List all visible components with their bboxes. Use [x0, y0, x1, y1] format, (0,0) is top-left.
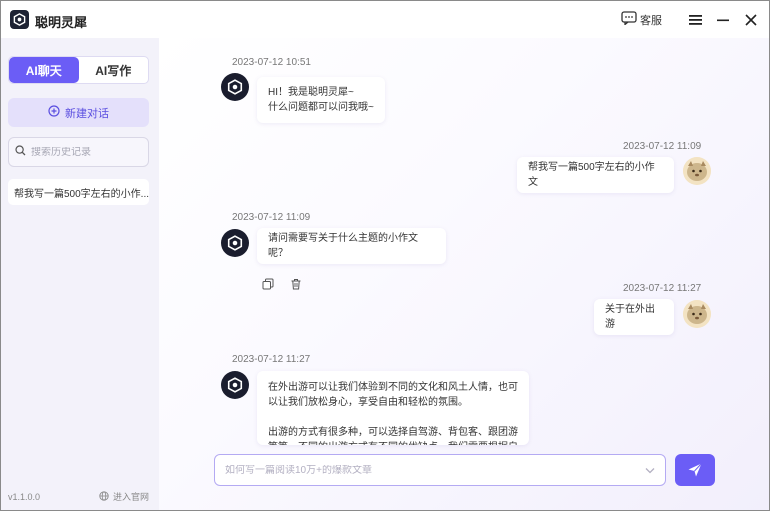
bot-message-bubble: 在外出游可以让我们体验到不同的文化和风土人情，也可以让我们放松身心，享受自由和轻… — [257, 371, 529, 445]
customer-service-label: 客服 — [640, 14, 662, 27]
history-search[interactable] — [8, 137, 149, 167]
app-title: 聪明灵犀 — [35, 15, 88, 30]
message-text: 什么问题都可以问我哦~ — [268, 102, 374, 113]
mode-tabs: AI聊天 AI写作 — [8, 56, 149, 84]
user-avatar — [683, 300, 711, 328]
bot-message-bubble: 请问需要写关于什么主题的小作文呢？ — [257, 228, 446, 264]
user-message-bubble: 帮我写一篇500字左右的小作文 — [517, 157, 674, 193]
bot-avatar — [221, 73, 249, 101]
customer-service-button[interactable]: 客服 — [621, 11, 662, 28]
message-timestamp: 2023-07-12 11:27 — [232, 354, 311, 365]
app-logo-icon — [10, 10, 29, 29]
message-actions — [261, 277, 303, 291]
user-avatar — [683, 157, 711, 185]
message-text: HI！我是聪明灵犀~ — [268, 87, 354, 98]
bot-logo-icon — [227, 235, 243, 251]
minimize-icon — [717, 19, 729, 21]
user-message-bubble: 关于在外出游 — [594, 299, 674, 335]
search-icon — [15, 145, 26, 159]
message-paragraph: 出游的方式有很多种，可以选择自驾游、背包客、跟团游等等。不同的出游方式有不同的优… — [268, 427, 518, 445]
version-label: v1.1.0.0 — [8, 492, 41, 502]
message-composer[interactable] — [214, 454, 666, 486]
sidebar: AI聊天 AI写作 新建对话 帮我写一篇500字左右的小作... v1.1.0.… — [1, 38, 159, 510]
close-icon — [745, 13, 757, 26]
globe-icon — [99, 490, 109, 503]
send-icon — [688, 463, 702, 477]
message-text: 帮我写一篇500字左右的小作文 — [528, 162, 655, 188]
chevron-down-icon[interactable] — [645, 463, 655, 477]
message-input[interactable] — [225, 464, 645, 476]
delete-icon[interactable] — [289, 277, 303, 291]
bot-logo-icon — [227, 377, 243, 393]
title-bar: 聪明灵犀 客服 — [1, 1, 769, 38]
new-chat-button[interactable]: 新建对话 — [8, 98, 149, 127]
message-timestamp: 2023-07-12 11:09 — [623, 141, 702, 152]
official-website-label: 进入官网 — [112, 492, 149, 502]
close-button[interactable] — [737, 6, 765, 34]
tab-ai-writing[interactable]: AI写作 — [79, 57, 149, 83]
menu-icon — [688, 14, 702, 25]
new-chat-label: 新建对话 — [65, 107, 109, 120]
history-search-input[interactable] — [31, 146, 141, 158]
chat-bubble-icon — [621, 11, 637, 28]
message-timestamp: 2023-07-12 11:27 — [623, 283, 702, 294]
send-button[interactable] — [675, 454, 715, 486]
minimize-button[interactable] — [709, 6, 737, 34]
app-window: 聪明灵犀 客服 AI聊天 AI写作 新建对话 搜索历史记录 帮我写一篇500字左… — [0, 0, 770, 511]
tab-ai-chat[interactable]: AI聊天 — [9, 57, 79, 83]
menu-button[interactable] — [681, 6, 709, 34]
copy-icon[interactable] — [261, 277, 275, 291]
message-text: 关于在外出游 — [605, 304, 655, 330]
message-timestamp: 2023-07-12 10:51 — [232, 57, 311, 68]
history-item[interactable]: 帮我写一篇500字左右的小作... — [8, 179, 149, 205]
bot-logo-icon — [227, 79, 243, 95]
official-website-link[interactable]: 进入官网 — [99, 490, 149, 503]
chat-area: 2023-07-12 10:51 HI！我是聪明灵犀~ 什么问题都可以问我哦~ … — [159, 38, 769, 510]
bot-avatar — [221, 229, 249, 257]
bot-message-bubble: HI！我是聪明灵犀~ 什么问题都可以问我哦~ — [257, 77, 385, 123]
message-paragraph: 在外出游可以让我们体验到不同的文化和风土人情，也可以让我们放松身心，享受自由和轻… — [268, 382, 518, 408]
message-timestamp: 2023-07-12 11:09 — [232, 212, 311, 223]
bot-avatar — [221, 371, 249, 399]
plus-circle-icon — [48, 105, 60, 120]
message-text: 请问需要写关于什么主题的小作文呢？ — [268, 233, 418, 259]
